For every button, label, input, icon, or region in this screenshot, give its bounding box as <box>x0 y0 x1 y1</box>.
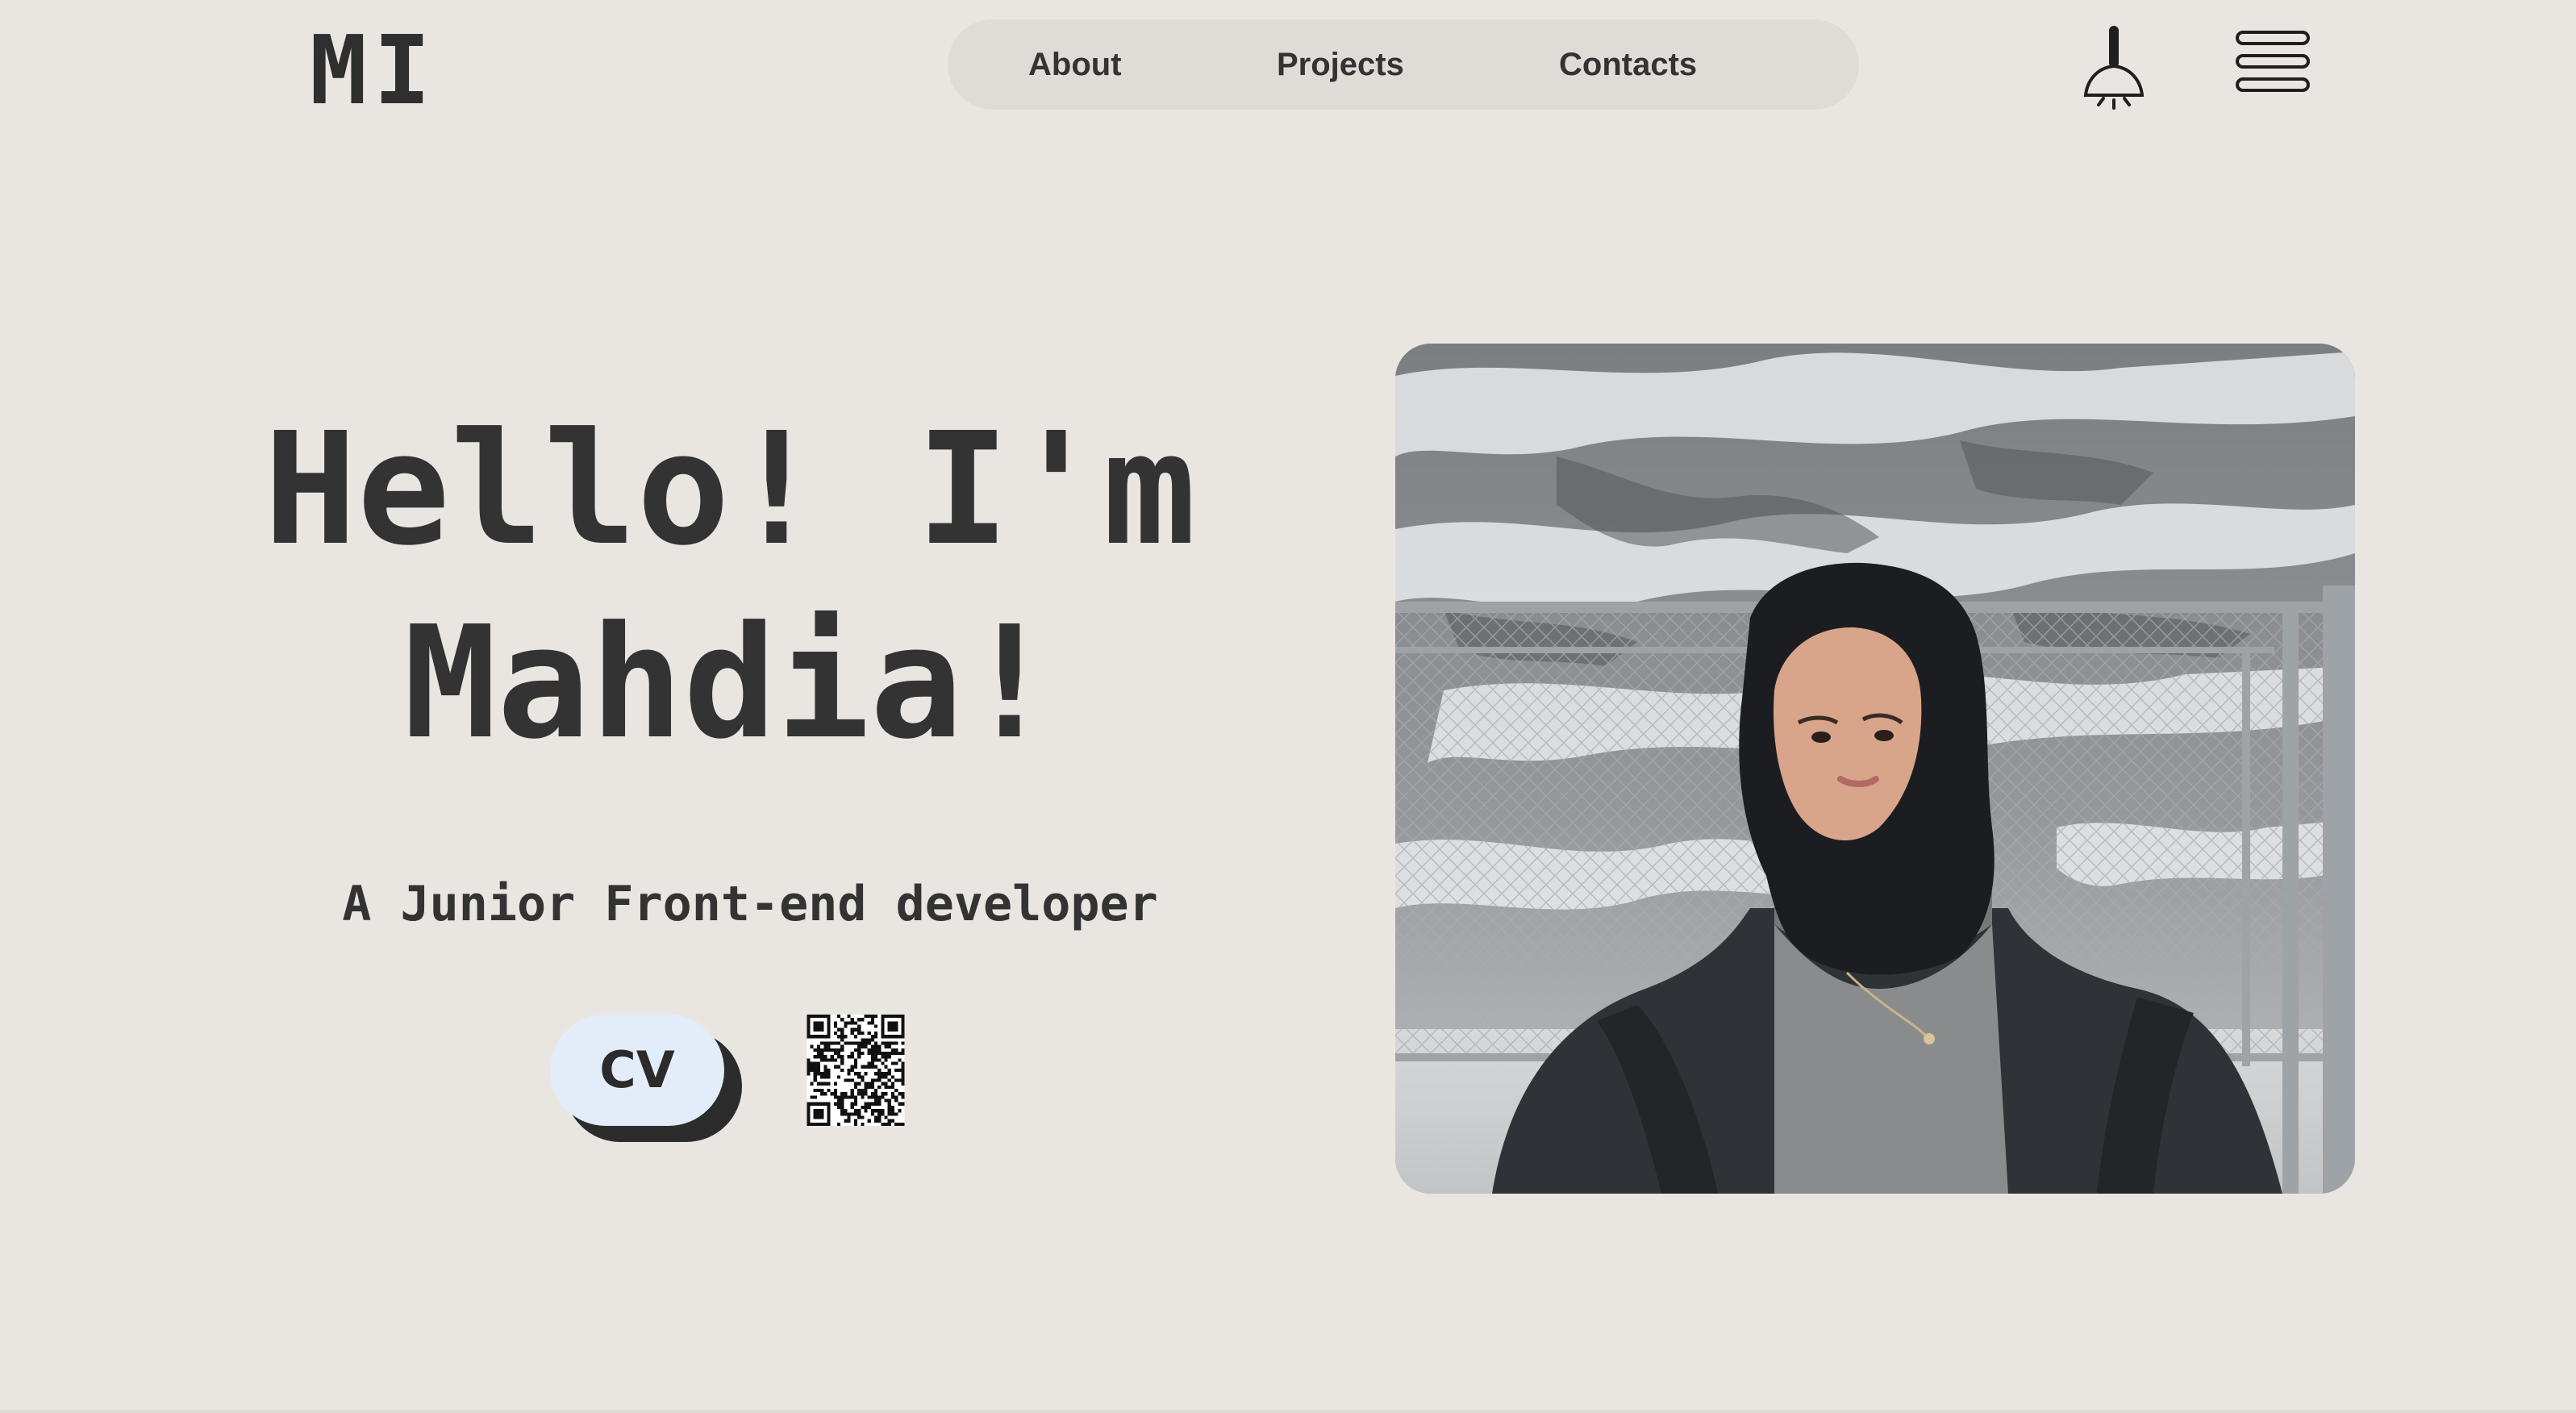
qr-code-icon[interactable] <box>807 1015 905 1126</box>
nav-item-about[interactable]: About <box>1028 19 1122 110</box>
nav-item-contacts[interactable]: Contacts <box>1559 19 1697 110</box>
hamburger-menu-icon[interactable] <box>2236 29 2310 94</box>
hero-title-line-2: Mahdia! <box>403 594 1057 773</box>
main-nav: About Projects Contacts <box>948 19 1859 110</box>
profile-photo <box>1395 344 2355 1194</box>
nav-item-projects[interactable]: Projects <box>1277 19 1404 110</box>
cv-button[interactable]: CV <box>550 1015 724 1126</box>
hero-subtitle: A Junior Front-end developer <box>342 876 1158 932</box>
lamp-icon[interactable] <box>2078 24 2150 115</box>
hero-title-line-1: Hello! I'm <box>264 400 1196 580</box>
hero-title: Hello! I'm Mahdia! <box>250 394 1210 781</box>
site-logo[interactable]: MI <box>310 18 437 123</box>
page-bottom-divider <box>0 1410 2576 1413</box>
